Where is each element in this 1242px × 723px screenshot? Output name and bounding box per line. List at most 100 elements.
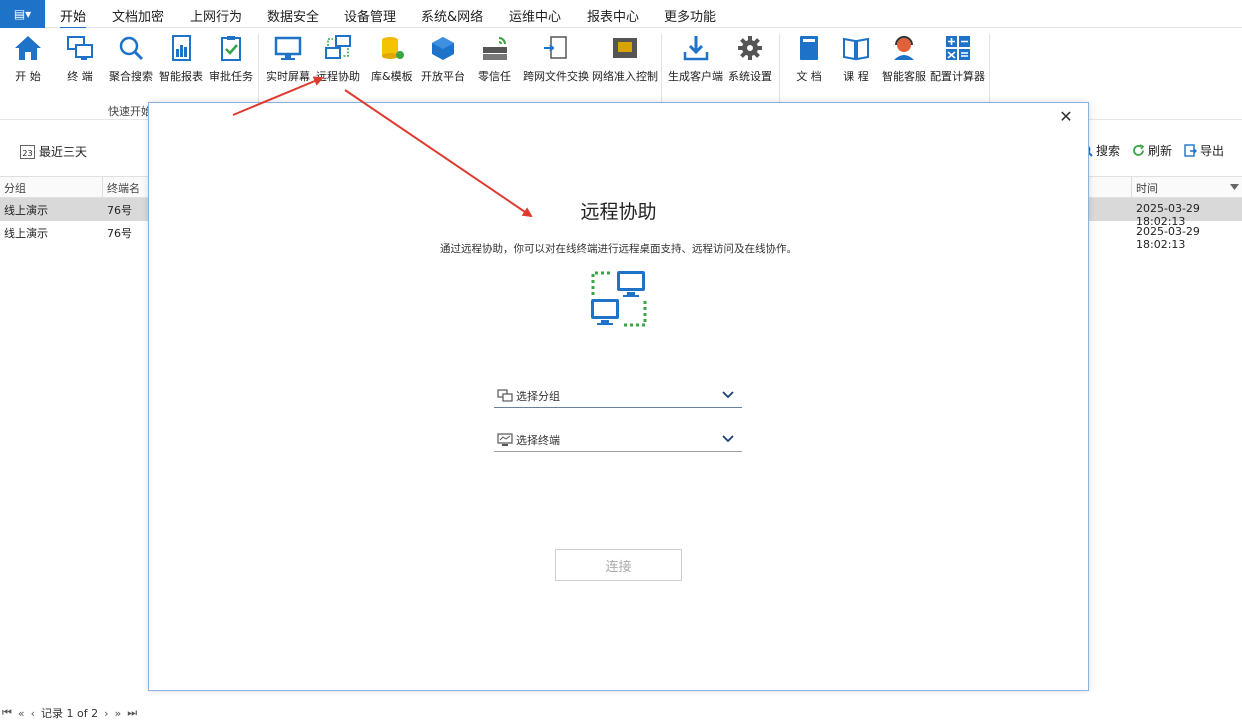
ribbon-label: 文 档 — [796, 70, 822, 83]
export-icon — [1184, 144, 1197, 157]
access-control-icon — [609, 32, 641, 64]
refresh-label: 刷新 — [1147, 144, 1172, 158]
column-header-group[interactable]: 分组 — [4, 180, 26, 196]
ribbon-search-button[interactable]: 聚合搜索 — [109, 32, 153, 84]
ribbon-docs-button[interactable]: 文 档 — [793, 32, 825, 84]
ribbon-remote-assist-button[interactable]: 远程协助 — [316, 32, 360, 84]
calendar-day: 23 — [22, 148, 33, 158]
cell-time: 2025-03-29 18:02:13 — [1136, 225, 1200, 251]
ribbon-course-button[interactable]: 课 程 — [840, 32, 872, 84]
ribbon-separator — [779, 34, 780, 102]
calendar-icon: 23 — [20, 144, 35, 159]
ribbon-separator — [258, 34, 259, 102]
ribbon-label: 智能报表 — [159, 70, 203, 83]
prev-fast-icon[interactable]: « — [18, 707, 25, 720]
report-icon — [165, 32, 197, 64]
close-icon[interactable]: ✕ — [1058, 109, 1074, 125]
ribbon-label: 库&模板 — [371, 70, 413, 83]
ribbon-label: 生成客户端 — [668, 70, 723, 83]
ribbon-report-button[interactable]: 智能报表 — [159, 32, 203, 84]
terminal-select[interactable]: 选择终端 — [494, 428, 742, 452]
group-select-label: 选择分组 — [516, 389, 560, 403]
ribbon-start-button[interactable]: 开 始 — [12, 32, 44, 84]
column-divider — [102, 177, 103, 197]
next-page-icon[interactable]: › — [104, 707, 108, 720]
book-icon — [793, 32, 825, 64]
chevron-down-icon[interactable] — [722, 432, 734, 444]
ribbon-label: 网络准入控制 — [592, 70, 658, 83]
group-select[interactable]: 选择分组 — [494, 384, 742, 408]
ribbon-label: 开 始 — [15, 70, 41, 83]
menu-device-management[interactable]: 设备管理 — [344, 6, 396, 25]
refresh-button[interactable]: 刷新 — [1132, 142, 1172, 159]
column-header-time[interactable]: 时间 — [1136, 180, 1158, 196]
ribbon-generate-client-button[interactable]: 生成客户端 — [668, 32, 723, 84]
menu-internet-behavior[interactable]: 上网行为 — [190, 6, 242, 25]
menu-system-network[interactable]: 系统&网络 — [421, 6, 483, 25]
ribbon-zero-trust-button[interactable]: 零信任 — [478, 32, 511, 84]
home-icon — [12, 32, 44, 64]
terminal-select-label: 选择终端 — [516, 433, 560, 447]
support-icon — [888, 32, 920, 64]
database-icon — [376, 32, 408, 64]
app-menu-button[interactable]: ▤▾ — [0, 0, 45, 28]
first-page-icon[interactable]: ⏮ — [2, 706, 12, 720]
menu-data-security[interactable]: 数据安全 — [267, 6, 319, 25]
zero-trust-icon — [479, 32, 511, 64]
ribbon-label: 审批任务 — [209, 70, 253, 83]
connect-button[interactable]: 连接 — [555, 549, 682, 581]
date-filter[interactable]: 23 最近三天 — [20, 143, 87, 160]
ribbon-label: 开放平台 — [421, 70, 465, 83]
sort-down-icon[interactable] — [1230, 184, 1239, 190]
ribbon-system-settings-button[interactable]: 系统设置 — [728, 32, 772, 84]
ribbon-open-platform-button[interactable]: 开放平台 — [421, 32, 465, 84]
course-icon — [840, 32, 872, 64]
ribbon-support-button[interactable]: 智能客服 — [882, 32, 926, 84]
ribbon-label: 终 端 — [67, 70, 93, 83]
menu-doc-encryption[interactable]: 文档加密 — [112, 6, 164, 25]
ribbon-label: 远程协助 — [316, 70, 360, 83]
cell-terminal: 76号 — [107, 204, 132, 217]
next-fast-icon[interactable]: » — [115, 707, 122, 720]
ribbon-label: 实时屏幕 — [266, 70, 310, 83]
calculator-icon — [942, 32, 974, 64]
column-divider — [1131, 177, 1132, 197]
pager: ⏮ « ‹ 记录 1 of 2 › » ⏭ — [2, 705, 137, 721]
ribbon-approval-button[interactable]: 审批任务 — [209, 32, 253, 84]
column-header-terminal[interactable]: 终端名 — [107, 180, 140, 196]
cell-group: 线上演示 — [4, 227, 48, 240]
chevron-down-icon[interactable] — [722, 388, 734, 400]
ribbon-library-button[interactable]: 库&模板 — [371, 32, 413, 84]
download-icon — [680, 32, 712, 64]
ribbon-separator — [661, 34, 662, 102]
menu-start[interactable]: 开始 — [60, 6, 87, 29]
ribbon-label: 智能客服 — [882, 70, 926, 83]
menu-bar: ▤▾ 开始 文档加密 上网行为 数据安全 设备管理 系统&网络 运维中心 报表中… — [0, 0, 1242, 29]
refresh-icon — [1133, 144, 1145, 156]
export-button[interactable]: 导出 — [1184, 142, 1224, 159]
ribbon-file-exchange-button[interactable]: 跨网文件交换 — [523, 32, 589, 84]
menu-report-center[interactable]: 报表中心 — [587, 6, 639, 25]
prev-page-icon[interactable]: ‹ — [31, 707, 35, 720]
last-page-icon[interactable]: ⏭ — [127, 706, 137, 720]
group-icon — [497, 388, 513, 402]
ribbon-label: 零信任 — [478, 70, 511, 83]
search-icon — [115, 32, 147, 64]
ribbon-terminals-button[interactable]: 终 端 — [64, 32, 96, 84]
ribbon-separator — [989, 34, 990, 102]
dialog-title: 远程协助 — [580, 201, 657, 223]
date-filter-label: 最近三天 — [39, 145, 88, 159]
cube-icon — [427, 32, 459, 64]
remote-assist-icon — [591, 271, 647, 327]
ribbon-live-screen-button[interactable]: 实时屏幕 — [266, 32, 310, 84]
ribbon-label: 跨网文件交换 — [523, 70, 589, 83]
ribbon-label: 配置计算器 — [930, 70, 985, 83]
approval-icon — [215, 32, 247, 64]
menu-ops-center[interactable]: 运维中心 — [509, 6, 561, 25]
ribbon-access-control-button[interactable]: 网络准入控制 — [592, 32, 658, 84]
monitor-icon — [272, 32, 304, 64]
search-label: 搜索 — [1095, 144, 1120, 158]
terminal-icon — [497, 432, 513, 446]
ribbon-calculator-button[interactable]: 配置计算器 — [930, 32, 985, 84]
menu-more-features[interactable]: 更多功能 — [664, 6, 716, 25]
